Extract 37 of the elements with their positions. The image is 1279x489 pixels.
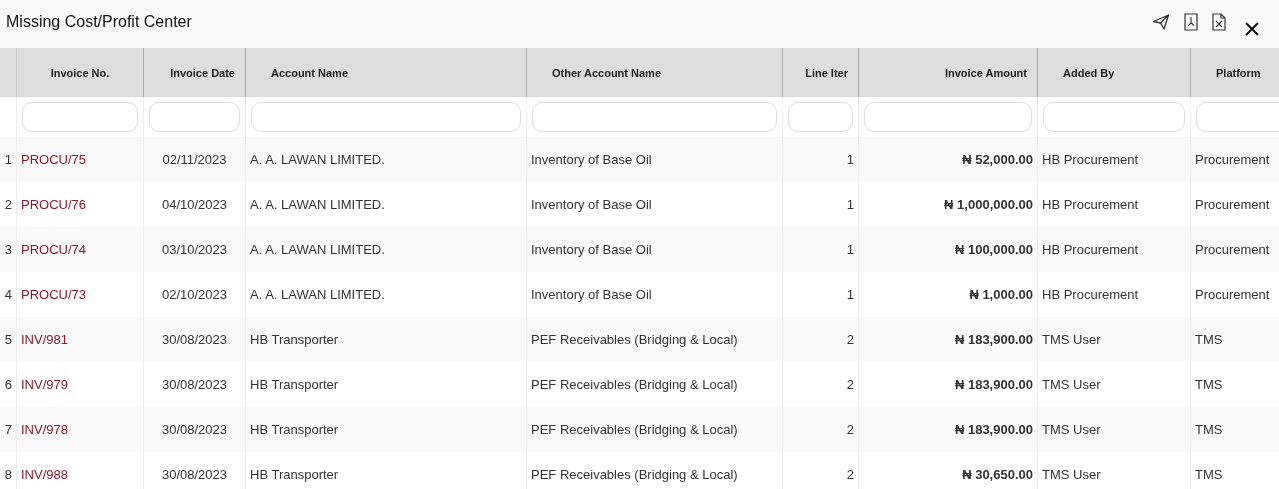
row-number: 1 [3, 151, 13, 169]
column-header[interactable]: Platform [1190, 48, 1279, 97]
line-item-count: 2 [782, 452, 858, 489]
column-header[interactable]: Account Name [245, 48, 526, 97]
row-number: 3 [3, 241, 13, 259]
row-number: 2 [3, 196, 13, 214]
row-number: 8 [3, 466, 13, 484]
account-name: HB Transporter [245, 452, 526, 489]
added-by: TMS User [1037, 452, 1190, 489]
invoice-date: 30/08/2023 [143, 452, 245, 489]
column-header[interactable]: Added By [1037, 48, 1190, 97]
excel-file-icon[interactable] [1212, 13, 1226, 31]
row-number: 6 [3, 376, 13, 394]
column-header[interactable]: Other Account Name [526, 48, 782, 97]
filter-field[interactable] [1043, 102, 1185, 132]
column-header[interactable]: Invoice No. [16, 48, 143, 97]
filter-field[interactable] [1196, 102, 1279, 132]
filter-field[interactable] [22, 102, 138, 132]
platform: TMS [1190, 452, 1279, 489]
send-icon[interactable] [1152, 13, 1170, 31]
filter-field[interactable] [788, 102, 853, 132]
row-number: 5 [3, 331, 13, 349]
filter-field[interactable] [251, 102, 521, 132]
filter-field[interactable] [149, 102, 240, 132]
column-header[interactable]: Invoice Date [143, 48, 245, 97]
filter-field[interactable] [532, 102, 777, 132]
row-number: 4 [3, 286, 13, 304]
row-number: 7 [3, 421, 13, 439]
filter-field[interactable] [864, 102, 1032, 132]
pdf-file-icon[interactable] [1184, 13, 1198, 31]
column-header[interactable]: Line Iter [782, 48, 858, 97]
close-icon[interactable] [1244, 21, 1260, 37]
invoice-amount: ₦ 30,650.00 [858, 452, 1037, 489]
invoice-number[interactable]: INV/988 [16, 452, 143, 489]
other-account-name: PEF Receivables (Bridging & Local) [526, 452, 782, 489]
column-header[interactable]: Invoice Amount [858, 48, 1037, 97]
window-title: Missing Cost/Profit Center [5, 13, 192, 31]
